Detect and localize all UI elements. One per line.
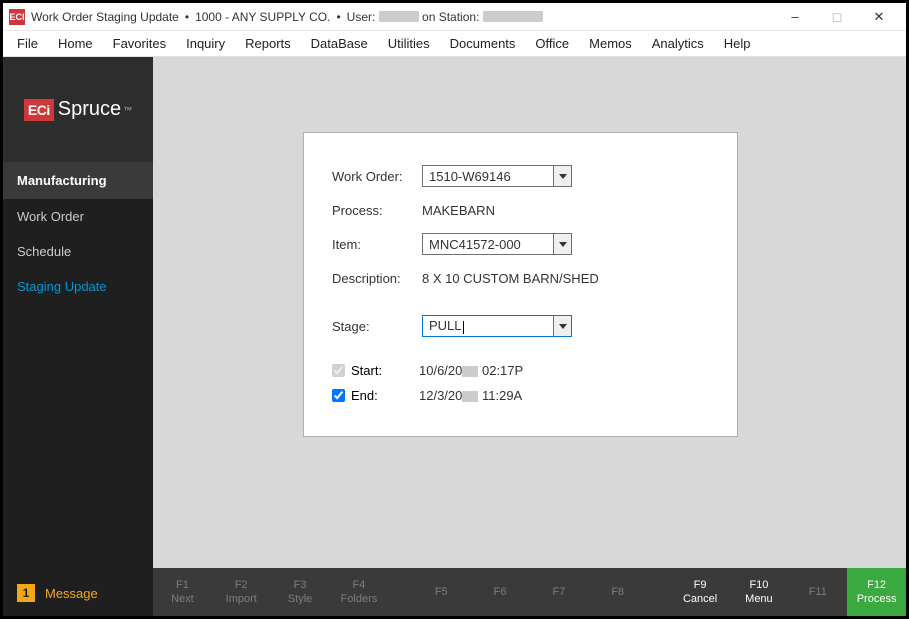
logo-trademark: ™ (123, 105, 132, 115)
window-titlebar: ECI Work Order Staging Update • 1000 - A… (3, 3, 906, 31)
chevron-down-icon[interactable] (553, 316, 571, 336)
fkey-f2: F2Import (212, 568, 271, 616)
fkey-f1: F1Next (153, 568, 212, 616)
maximize-button[interactable]: ◻ (816, 4, 858, 29)
description-label: Description: (332, 271, 422, 286)
sidebar-item-schedule[interactable]: Schedule (3, 234, 153, 269)
logo-eci: ECi (24, 99, 54, 121)
stage-combo[interactable]: PULL (422, 315, 572, 337)
fkey-f10-menu[interactable]: F10Menu (730, 568, 789, 616)
menu-help[interactable]: Help (714, 33, 761, 54)
fkey-f5: F5 (412, 568, 471, 616)
menu-analytics[interactable]: Analytics (642, 33, 714, 54)
logo: ECi Spruce ™ (3, 57, 153, 162)
message-indicator[interactable]: 1 Message (3, 574, 153, 616)
message-label: Message (45, 586, 98, 601)
work-order-label: Work Order: (332, 169, 422, 184)
fkey-spacer (388, 568, 412, 616)
message-count-badge: 1 (17, 584, 35, 602)
menu-inquiry[interactable]: Inquiry (176, 33, 235, 54)
process-value: MAKEBARN (422, 203, 495, 218)
end-checkbox[interactable] (332, 389, 345, 402)
work-order-combo[interactable]: 1510-W69146 (422, 165, 572, 187)
separator-dot: • (185, 10, 189, 24)
sidebar: ECi Spruce ™ Manufacturing Work Order Sc… (3, 57, 153, 616)
menu-favorites[interactable]: Favorites (103, 33, 176, 54)
fkey-f11: F11 (788, 568, 847, 616)
stage-label: Stage: (332, 319, 422, 334)
sidebar-item-staging-update[interactable]: Staging Update (3, 269, 153, 304)
logo-spruce: Spruce (58, 98, 121, 121)
year-redacted (462, 366, 478, 377)
form-panel: Work Order: 1510-W69146 Process: MAKEBAR… (303, 132, 738, 437)
separator-dot: • (336, 10, 340, 24)
fkey-f9-cancel[interactable]: F9Cancel (671, 568, 730, 616)
minimize-button[interactable]: – (774, 4, 816, 29)
fkey-f7: F7 (530, 568, 589, 616)
fkey-f8: F8 (588, 568, 647, 616)
fkey-f4: F4Folders (329, 568, 388, 616)
menu-database[interactable]: DataBase (301, 33, 378, 54)
start-value: 10/6/20 02:17P (419, 363, 523, 378)
end-label: End: (351, 388, 419, 403)
station-label: on Station: (422, 10, 479, 24)
sidebar-item-work-order[interactable]: Work Order (3, 199, 153, 234)
work-order-value: 1510-W69146 (423, 169, 553, 184)
window-controls: – ◻ ✕ (774, 4, 900, 29)
fkey-bar: F1Next F2Import F3Style F4Folders F5 F6 … (153, 568, 906, 616)
item-value: MNC41572-000 (423, 237, 553, 252)
menu-file[interactable]: File (7, 33, 48, 54)
main-area: Work Order: 1510-W69146 Process: MAKEBAR… (153, 57, 906, 616)
process-label: Process: (332, 203, 422, 218)
menu-utilities[interactable]: Utilities (378, 33, 440, 54)
start-checkbox (332, 364, 345, 377)
company-text: 1000 - ANY SUPPLY CO. (195, 10, 330, 24)
stage-value: PULL (423, 318, 553, 333)
year-redacted (462, 391, 478, 402)
close-button[interactable]: ✕ (858, 4, 900, 29)
menu-documents[interactable]: Documents (440, 33, 526, 54)
start-label: Start: (351, 363, 419, 378)
end-value: 12/3/20 11:29A (419, 388, 522, 403)
item-combo[interactable]: MNC41572-000 (422, 233, 572, 255)
menu-home[interactable]: Home (48, 33, 103, 54)
station-redacted (483, 11, 543, 22)
chevron-down-icon[interactable] (553, 234, 571, 254)
item-label: Item: (332, 237, 422, 252)
module-header: Manufacturing (3, 162, 153, 199)
menu-bar: File Home Favorites Inquiry Reports Data… (3, 31, 906, 57)
menu-memos[interactable]: Memos (579, 33, 642, 54)
menu-office[interactable]: Office (525, 33, 579, 54)
text-cursor (463, 321, 464, 334)
description-value: 8 X 10 CUSTOM BARN/SHED (422, 271, 599, 286)
fkey-f12-process[interactable]: F12Process (847, 568, 906, 616)
window-title: Work Order Staging Update (31, 10, 179, 24)
fkey-f6: F6 (471, 568, 530, 616)
app-icon: ECI (9, 9, 25, 25)
fkey-spacer (647, 568, 671, 616)
user-redacted (379, 11, 419, 22)
user-label: User: (347, 10, 376, 24)
menu-reports[interactable]: Reports (235, 33, 301, 54)
fkey-f3: F3Style (271, 568, 330, 616)
chevron-down-icon[interactable] (553, 166, 571, 186)
